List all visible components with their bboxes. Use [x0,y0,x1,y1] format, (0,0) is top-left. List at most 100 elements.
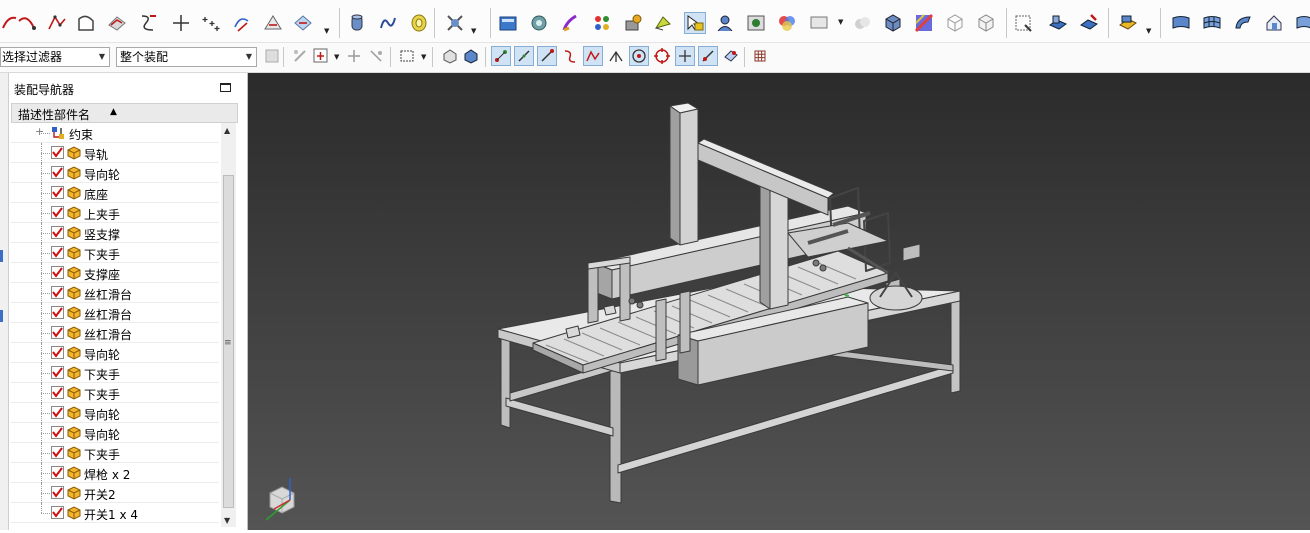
checkbox[interactable] [51,266,64,279]
chevron-down-icon[interactable]: ▼ [324,27,329,35]
checkbox[interactable] [51,166,64,179]
checkbox[interactable] [51,466,64,479]
tree-row-component[interactable]: 丝杠滑台 [11,283,219,303]
checkbox[interactable] [51,186,64,199]
edit-curve-icon[interactable] [231,12,253,34]
tree-row-component[interactable]: 下夹手 [11,363,219,383]
snap-tangent-icon[interactable] [366,46,386,66]
scroll-down-icon[interactable]: ▼ [224,516,230,525]
sketch-icon[interactable] [75,12,97,34]
highlight-icon[interactable] [684,12,706,34]
tree-row-component[interactable]: 支撑座 [11,263,219,283]
snap-poly-icon[interactable] [583,46,603,66]
chevron-down-icon[interactable]: ▼ [1146,27,1151,35]
select-rect-icon[interactable] [397,46,417,66]
edit-solid-icon[interactable] [1078,12,1100,34]
point-set-icon[interactable] [200,12,222,34]
tree-row-constraints[interactable]: + 约束 [11,123,219,143]
scene-icon[interactable] [745,12,767,34]
shade-cube-icon[interactable] [461,46,481,66]
checkbox[interactable] [51,426,64,439]
more-icon[interactable] [1293,12,1310,34]
snap-curve-icon[interactable] [560,46,580,66]
tree-row-component[interactable]: 上夹手 [11,203,219,223]
orientation-triad[interactable] [265,478,295,521]
snap-end-icon[interactable] [491,46,511,66]
part-icon[interactable] [1117,12,1139,34]
section-cube-icon[interactable] [975,12,997,34]
camera-icon[interactable] [528,12,550,34]
sweep-surface-icon[interactable] [1232,12,1254,34]
snap-angle-icon[interactable] [606,46,626,66]
checkbox[interactable] [51,346,64,359]
tree-row-component[interactable]: 丝杠滑台 [11,323,219,343]
snap-line-icon[interactable] [514,46,534,66]
snap-center-icon[interactable] [629,46,649,66]
polyline-icon[interactable] [46,12,68,34]
checkbox[interactable] [51,446,64,459]
graphics-window[interactable] [248,73,1310,530]
chevron-down-icon[interactable]: ▼ [471,27,476,35]
curve-icon[interactable] [16,12,38,34]
chevron-down-icon[interactable]: ▼ [838,18,843,26]
texture-icon[interactable] [913,12,935,34]
tree-row-component[interactable]: 导向轮 [11,423,219,443]
checkbox[interactable] [51,326,64,339]
checkbox[interactable] [51,366,64,379]
tree-row-component[interactable]: 竖支撑 [11,223,219,243]
snap-cross-icon[interactable] [675,46,695,66]
surface-icon[interactable] [1170,12,1192,34]
material-icon[interactable] [652,12,674,34]
move-part-icon[interactable] [290,46,310,66]
snap-grid-icon[interactable] [750,46,770,66]
checkbox[interactable] [51,246,64,259]
cylinder-icon[interactable] [346,12,368,34]
studio-icon[interactable] [776,12,798,34]
bake-icon[interactable] [622,12,644,34]
snap-icon[interactable] [262,46,282,66]
checkbox[interactable] [51,226,64,239]
column-header[interactable]: 描述性部件名 ▲ [11,103,238,123]
tree-row-component[interactable]: 导向轮 [11,403,219,423]
assembly-tool-icon[interactable] [344,46,364,66]
checkbox[interactable] [51,406,64,419]
snap-tangent-icon[interactable] [698,46,718,66]
spring-icon[interactable] [377,12,399,34]
tree-row-component[interactable]: 下夹手 [11,383,219,403]
checkbox[interactable] [51,306,64,319]
constraint-icon[interactable] [311,46,331,66]
scroll-up-icon[interactable]: ▲ [224,126,230,135]
checkbox[interactable] [51,146,64,159]
extrude-icon[interactable] [106,12,128,34]
tree-row-component[interactable]: 底座 [11,183,219,203]
checkbox[interactable] [51,206,64,219]
maximize-icon[interactable] [220,83,231,92]
checkbox[interactable] [51,506,64,519]
snap-slash-icon[interactable] [537,46,557,66]
tree-row-component[interactable]: 开关1 x 4 [11,503,219,523]
coil-icon[interactable] [408,12,430,34]
checkbox[interactable] [51,486,64,499]
curve-fit-icon[interactable] [137,12,159,34]
tree-row-component[interactable]: 焊枪 x 2 [11,463,219,483]
tree-row-component[interactable]: 下夹手 [11,443,219,463]
checkbox[interactable] [51,386,64,399]
wire-cube-icon[interactable] [944,12,966,34]
project-icon[interactable] [292,12,314,34]
solid-icon[interactable] [1047,12,1069,34]
frame-icon[interactable] [1012,12,1034,34]
tree-row-component[interactable]: 下夹手 [11,243,219,263]
view-cube-icon[interactable] [440,46,460,66]
tree-row-component[interactable]: 丝杠滑台 [11,303,219,323]
snap-face-icon[interactable] [721,46,741,66]
cross-point-icon[interactable] [170,12,192,34]
paint-icon[interactable] [560,12,582,34]
color-palette-icon[interactable] [591,12,613,34]
cube-icon[interactable] [882,12,904,34]
expand-icon[interactable]: + [35,125,44,138]
snap-quadrant-icon[interactable] [652,46,672,66]
checkbox[interactable] [51,286,64,299]
chevron-down-icon[interactable]: ▼ [421,53,426,61]
filter-dropdown[interactable]: 选择过滤器 ▼ [0,47,110,67]
tree-row-component[interactable]: 导向轮 [11,163,219,183]
